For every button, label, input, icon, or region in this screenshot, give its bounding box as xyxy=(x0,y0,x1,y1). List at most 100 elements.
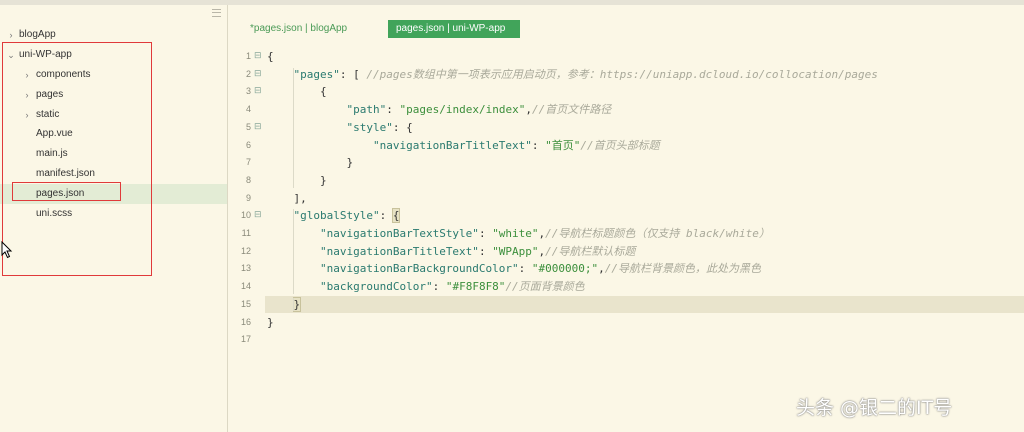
line-number: 16 xyxy=(240,316,251,327)
code-string: "white" xyxy=(492,227,539,240)
tab-pages-json-uni-wp-app[interactable]: pages.json | uni-WP-app xyxy=(388,20,520,38)
watermark: 头条 @银二的IT号 xyxy=(796,397,953,419)
line-number: 11 xyxy=(241,228,251,238)
fold-toggle-icon[interactable]: ⊟ xyxy=(254,207,264,225)
code-punctuation xyxy=(267,121,346,134)
code-text: "style": { xyxy=(267,119,413,137)
line-number: 13 xyxy=(240,263,251,274)
code-key: "path" xyxy=(346,103,387,117)
code-comment: //导航栏默认标题 xyxy=(545,244,636,258)
code-punctuation: , xyxy=(598,262,605,276)
code-punctuation: } xyxy=(267,156,354,170)
code-text: } xyxy=(267,172,327,190)
project-explorer: › blogApp ⌄ uni-WP-app › components › pages › sta… xyxy=(0,5,228,432)
code-text: "backgroundColor": "#F8F8F8"//页面背景颜色 xyxy=(267,278,585,296)
tab-pages-json-blogapp[interactable]: *pages.json | blogApp xyxy=(242,20,355,38)
code-punctuation xyxy=(267,103,346,116)
code-key: "pages" xyxy=(293,67,340,81)
code-comment: //首页文件路径 xyxy=(531,103,612,117)
code-key: "navigationBarTitleText" xyxy=(372,138,532,152)
code-line[interactable]: 1 ⊟{ xyxy=(229,48,1024,66)
code-line[interactable]: 15 } xyxy=(229,295,1024,314)
code-key: "navigationBarBackgroundColor" xyxy=(319,262,519,276)
indent-guide xyxy=(293,209,295,294)
code-text: } xyxy=(267,154,353,172)
code-comment: //页面背景颜色 xyxy=(505,280,585,294)
code-punctuation xyxy=(267,139,373,152)
code-line[interactable]: 8 } xyxy=(229,172,1024,190)
code-line[interactable]: 9 ], xyxy=(229,190,1024,208)
current-line-highlight xyxy=(265,295,1024,314)
code-text: { xyxy=(267,48,274,66)
code-text: "globalStyle": { xyxy=(267,207,401,225)
code-text: "navigationBarTitleText": "WPApp",//导航栏默… xyxy=(267,243,635,261)
fold-toggle-icon[interactable]: ⊟ xyxy=(254,66,264,84)
code-punctuation: } xyxy=(267,173,327,187)
code-key: "navigationBarTextStyle" xyxy=(319,227,479,240)
code-string: "pages/index/index" xyxy=(399,103,526,117)
code-text: } xyxy=(267,314,274,332)
project-highlight-box xyxy=(2,42,152,276)
fold-toggle-icon[interactable]: ⊟ xyxy=(254,48,264,66)
line-number: 10 xyxy=(240,210,251,221)
code-punctuation xyxy=(267,298,294,311)
line-number: 7 xyxy=(245,157,251,168)
code-line[interactable]: 3 ⊟ { xyxy=(229,83,1024,101)
code-line[interactable]: 13 "navigationBarBackgroundColor": "#000… xyxy=(229,260,1024,278)
line-number: 2 xyxy=(245,68,251,79)
indent-guide xyxy=(293,67,295,188)
code-text: { xyxy=(267,83,327,101)
line-number: 5 xyxy=(245,121,251,132)
code-punctuation: : xyxy=(478,244,493,258)
code-line[interactable]: 2 ⊟ "pages": [ //pages数组中第一项表示应用启动页，参考：ht… xyxy=(229,66,1024,84)
code-punctuation: : { xyxy=(392,120,413,134)
code-line[interactable]: 16} xyxy=(229,314,1024,332)
file-highlight-box xyxy=(12,182,121,201)
code-punctuation xyxy=(267,209,294,222)
code-punctuation: : xyxy=(432,280,446,294)
code-text: "pages": [ //pages数组中第一项表示应用启动页，参考：https… xyxy=(267,66,878,84)
code-comment: //pages数组中第一项表示应用启动页，参考：https://uniapp.d… xyxy=(366,67,878,81)
code-text: "navigationBarTitleText": "首页"//首页头部标题 xyxy=(267,137,660,155)
code-editor[interactable]: 1 ⊟{2 ⊟ "pages": [ //pages数组中第一项表示应用启动页，参考… xyxy=(229,48,1024,348)
code-punctuation: ], xyxy=(267,191,307,205)
code-comment: //导航栏标题颜色（仅支持 black/white） xyxy=(545,227,770,240)
line-number: 14 xyxy=(240,281,251,292)
sidebar-menu-icon[interactable] xyxy=(212,9,221,17)
code-line[interactable]: 5 ⊟ "style": { xyxy=(229,119,1024,137)
code-key: "navigationBarTitleText" xyxy=(319,244,479,258)
line-number: 15 xyxy=(240,298,251,309)
fold-toggle-icon[interactable]: ⊟ xyxy=(254,119,264,137)
code-punctuation: : xyxy=(379,209,393,223)
code-text: "navigationBarBackgroundColor": "#000000… xyxy=(267,260,761,278)
code-line[interactable]: 7 } xyxy=(229,154,1024,172)
matched-bracket: { xyxy=(391,208,401,224)
matched-bracket: } xyxy=(292,296,302,312)
code-punctuation: { xyxy=(267,85,327,99)
fold-toggle-icon[interactable]: ⊟ xyxy=(254,83,264,101)
line-number: 8 xyxy=(245,174,251,185)
line-number: 6 xyxy=(245,139,251,150)
code-line[interactable]: 11 "navigationBarTextStyle": "white",//导… xyxy=(229,225,1024,243)
code-comment: //首页头部标题 xyxy=(580,138,660,152)
code-line[interactable]: 14 "backgroundColor": "#F8F8F8"//页面背景颜色 xyxy=(229,278,1024,296)
code-line[interactable]: 4 "path": "pages/index/index",//首页文件路径 xyxy=(229,101,1024,119)
code-key: "backgroundColor" xyxy=(319,280,433,294)
line-number: 12 xyxy=(240,245,251,256)
code-text: ], xyxy=(267,190,307,208)
code-string: "WPApp" xyxy=(492,244,539,258)
code-punctuation xyxy=(267,68,294,81)
code-punctuation: : xyxy=(518,262,532,276)
line-number: 1 xyxy=(245,51,251,61)
code-text: "path": "pages/index/index",//首页文件路径 xyxy=(267,101,611,119)
code-line[interactable]: 10 ⊟ "globalStyle": { xyxy=(229,207,1024,225)
code-string: "#000000;" xyxy=(531,262,599,276)
code-string: "首页" xyxy=(545,138,581,152)
code-key: "style" xyxy=(346,120,393,134)
code-line[interactable]: 6 "navigationBarTitleText": "首页"//首页头部标题 xyxy=(229,137,1024,155)
code-key: "globalStyle" xyxy=(293,209,380,223)
mouse-cursor-icon xyxy=(1,241,13,259)
code-line[interactable]: 12 "navigationBarTitleText": "WPApp",//导… xyxy=(229,243,1024,261)
code-line[interactable]: 17 xyxy=(229,331,1024,349)
code-punctuation: : xyxy=(386,103,400,117)
